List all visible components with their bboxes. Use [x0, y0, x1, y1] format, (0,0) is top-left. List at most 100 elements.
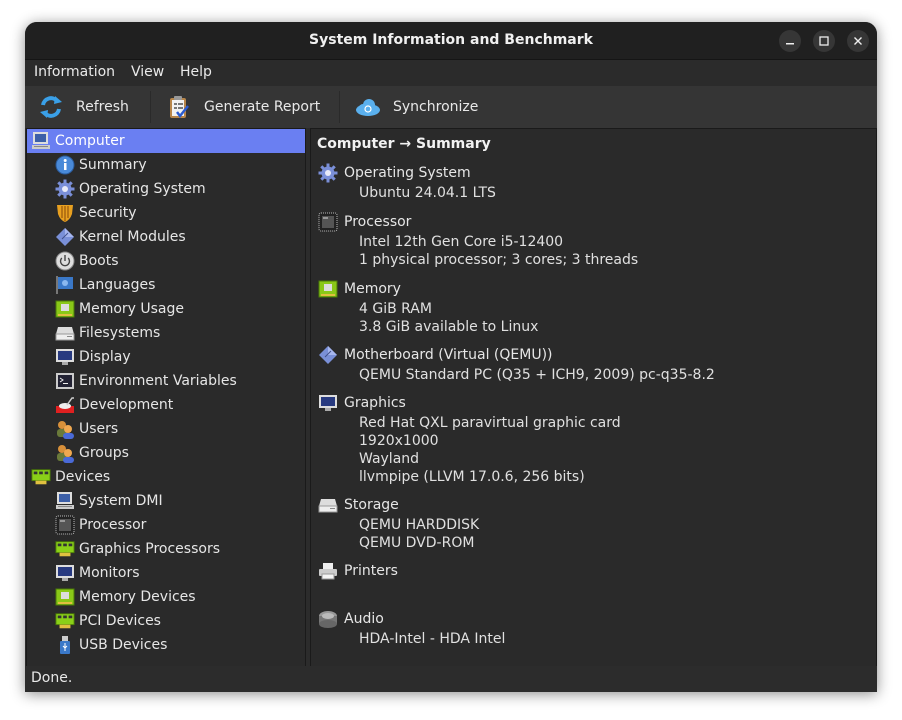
power-icon — [55, 251, 75, 271]
sidebar-item-label: Summary — [79, 157, 147, 173]
sidebar-item-graphics-processors[interactable]: Graphics Processors — [27, 537, 305, 561]
flag-icon — [55, 275, 75, 295]
terminal-icon — [55, 371, 75, 391]
sidebar-item-system-dmi[interactable]: System DMI — [27, 489, 305, 513]
sidebar-item-label: Computer — [55, 133, 125, 149]
minimize-button[interactable] — [779, 30, 801, 52]
shield-icon — [55, 203, 75, 223]
sidebar-item-kernel-modules[interactable]: Kernel Modules — [27, 225, 305, 249]
sidebar-item-label: Languages — [79, 277, 156, 293]
printer-icon — [317, 560, 339, 582]
close-button[interactable] — [847, 30, 869, 52]
menu-bar: Information View Help — [25, 60, 877, 86]
speaker-icon — [317, 608, 339, 630]
section-value: Ubuntu 24.04.1 LTS — [359, 185, 496, 201]
section-motherboard-virtual-qemu: Motherboard (Virtual (QEMU)) — [317, 344, 553, 366]
module-icon — [55, 227, 75, 247]
section-title: Operating System — [344, 165, 471, 181]
sidebar-item-memory-devices[interactable]: Memory Devices — [27, 585, 305, 609]
sidebar-item-languages[interactable]: Languages — [27, 273, 305, 297]
minimize-icon — [786, 43, 794, 45]
menu-information[interactable]: Information — [34, 64, 115, 80]
section-title: Graphics — [344, 395, 406, 411]
usb-icon — [55, 635, 75, 655]
sidebar-item-development[interactable]: Development — [27, 393, 305, 417]
sidebar-item-summary[interactable]: Summary — [27, 153, 305, 177]
toolbar-separator — [339, 91, 340, 123]
section-processor: Processor — [317, 211, 411, 233]
info-icon — [55, 155, 75, 175]
section-graphics: Graphics — [317, 392, 406, 414]
sidebar-item-devices[interactable]: Devices — [27, 465, 305, 489]
groups-icon — [55, 443, 75, 463]
toolbar: Refresh Generate Report Synchronize — [25, 86, 877, 128]
sidebar-item-display[interactable]: Display — [27, 345, 305, 369]
section-storage: Storage — [317, 494, 399, 516]
sidebar-item-security[interactable]: Security — [27, 201, 305, 225]
status-bar: Done. — [25, 666, 877, 692]
sidebar-item-operating-system[interactable]: Operating System — [27, 177, 305, 201]
section-value: QEMU DVD-ROM — [359, 535, 475, 551]
gear-icon — [317, 162, 339, 184]
pci-card-icon — [55, 539, 75, 559]
development-icon — [55, 395, 75, 415]
section-audio: Audio — [317, 608, 384, 630]
section-value: QEMU Standard PC (Q35 + ICH9, 2009) pc-q… — [359, 367, 715, 383]
section-value: Wayland — [359, 451, 420, 467]
section-value: 1 physical processor; 3 cores; 3 threads — [359, 252, 639, 268]
computer-icon — [55, 491, 75, 511]
sidebar-item-environment-variables[interactable]: Environment Variables — [27, 369, 305, 393]
sidebar-item-monitors[interactable]: Monitors — [27, 561, 305, 585]
window-title: System Information and Benchmark — [309, 32, 593, 48]
sidebar-item-processor[interactable]: Processor — [27, 513, 305, 537]
section-title: Audio — [344, 611, 384, 627]
sidebar-item-label: Kernel Modules — [79, 229, 186, 245]
maximize-button[interactable] — [813, 30, 835, 52]
app-window: System Information and Benchmark Informa… — [25, 22, 877, 692]
breadcrumb: Computer → Summary — [317, 136, 491, 152]
sidebar-item-memory-usage[interactable]: Memory Usage — [27, 297, 305, 321]
computer-icon — [31, 131, 51, 151]
sidebar-item-filesystems[interactable]: Filesystems — [27, 321, 305, 345]
sidebar-tree[interactable]: Computer Summary Operating System Security K… — [26, 128, 306, 667]
generate-report-button[interactable]: Generate Report — [168, 86, 320, 128]
section-value: 1920x1000 — [359, 433, 439, 449]
memory-icon — [55, 299, 75, 319]
summary-panel: Computer → Summary Operating System Ubunt… — [310, 128, 877, 667]
pci-card-icon — [55, 611, 75, 631]
synchronize-label: Synchronize — [393, 99, 479, 115]
sidebar-item-label: Development — [79, 397, 174, 413]
report-icon — [168, 95, 190, 119]
refresh-button[interactable]: Refresh — [38, 86, 129, 128]
synchronize-button[interactable]: Synchronize — [355, 86, 478, 128]
sidebar-item-label: Devices — [55, 469, 111, 485]
section-title: Processor — [344, 214, 412, 230]
sidebar-item-label: Processor — [79, 517, 147, 533]
section-title: Printers — [344, 563, 398, 579]
sidebar-item-label: Display — [79, 349, 131, 365]
section-title: Storage — [344, 497, 399, 513]
sidebar-item-label: Security — [79, 205, 137, 221]
sidebar-item-label: Users — [79, 421, 119, 437]
memory-icon — [317, 278, 339, 300]
cpu-icon — [317, 211, 339, 233]
sidebar-item-label: Groups — [79, 445, 129, 461]
sidebar-item-computer[interactable]: Computer — [27, 129, 305, 153]
sidebar-item-boots[interactable]: Boots — [27, 249, 305, 273]
section-value: Red Hat QXL paravirtual graphic card — [359, 415, 621, 431]
refresh-icon — [38, 94, 64, 120]
section-value: QEMU HARDDISK — [359, 517, 480, 533]
section-value: 3.8 GiB available to Linux — [359, 319, 539, 335]
sidebar-item-users[interactable]: Users — [27, 417, 305, 441]
toolbar-separator — [150, 91, 151, 123]
sidebar-item-pci-devices[interactable]: PCI Devices — [27, 609, 305, 633]
maximize-icon — [819, 36, 829, 46]
menu-help[interactable]: Help — [180, 64, 212, 80]
close-icon — [854, 37, 862, 45]
sidebar-item-label: Filesystems — [79, 325, 161, 341]
menu-view[interactable]: View — [131, 64, 164, 80]
sidebar-item-groups[interactable]: Groups — [27, 441, 305, 465]
sidebar-item-usb-devices[interactable]: USB Devices — [27, 633, 305, 657]
monitor-icon — [317, 392, 339, 414]
drive-icon — [55, 323, 75, 343]
